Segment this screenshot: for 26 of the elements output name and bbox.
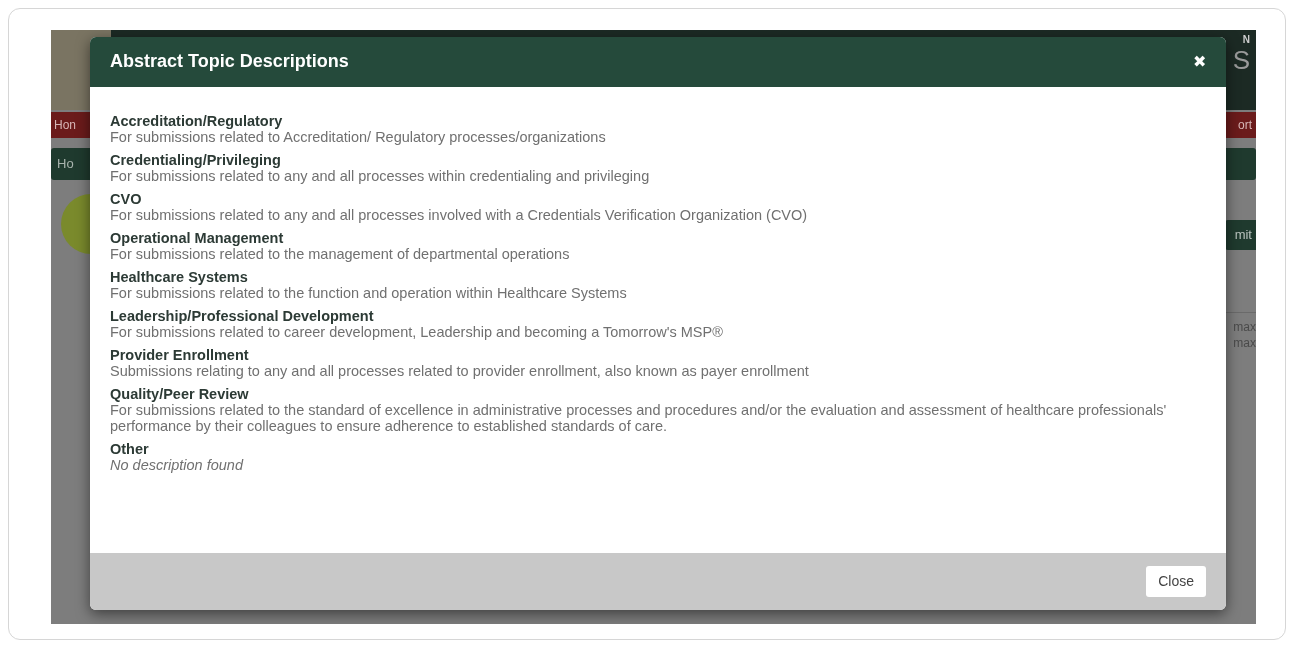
topic-name: Operational Management bbox=[110, 230, 285, 246]
close-button[interactable]: Close bbox=[1146, 566, 1206, 597]
breadcrumb-link[interactable]: Ho bbox=[57, 154, 74, 174]
topic-description: For submissions related to the management of departmental operations bbox=[110, 246, 571, 262]
topic-description: No description found bbox=[110, 457, 245, 473]
topic-description: For submissions related to the standard of excellence in administrative processes and procedures and/or the evaluation and assessment of healthcare professionals' performance by their colleagues to ensure adherence to established standards of care. bbox=[110, 402, 1168, 434]
topic-name: Provider Enrollment bbox=[110, 347, 250, 363]
topic-description: For submissions related to any and all processes within credentialing and privileging bbox=[110, 168, 651, 184]
topic-description: For submissions related to career development, Leadership and becoming a Tomorrow's MSP® bbox=[110, 324, 724, 340]
nav-link[interactable]: ort bbox=[1238, 116, 1252, 134]
topic-description: For submissions related to the function and operation within Healthcare Systems bbox=[110, 285, 628, 301]
topic-name: Healthcare Systems bbox=[110, 269, 249, 285]
topic-name: Credentialing/Privileging bbox=[110, 152, 282, 168]
topic-description: For submissions related to Accreditation/ Regulatory processes/organizations bbox=[110, 129, 607, 145]
topic-name: Quality/Peer Review bbox=[110, 386, 250, 402]
topic-name: Leadership/Professional Development bbox=[110, 308, 375, 324]
submit-button[interactable]: mit bbox=[1224, 220, 1256, 250]
topic-name: Other bbox=[110, 441, 150, 457]
header-text: N bbox=[1242, 33, 1250, 47]
topic-name: Accreditation/Regulatory bbox=[110, 113, 284, 129]
nav-link[interactable]: Hon bbox=[54, 116, 76, 134]
topic-description: For submissions related to any and all processes involved with a Credentials Verification Organization (CVO) bbox=[110, 207, 809, 223]
modal-title: Abstract Topic Descriptions bbox=[110, 51, 349, 73]
header-text: S bbox=[1232, 47, 1250, 73]
topic-description: Submissions relating to any and all processes related to provider enrollment, also known as payer enrollment bbox=[110, 363, 810, 379]
topic-name: CVO bbox=[110, 191, 143, 207]
